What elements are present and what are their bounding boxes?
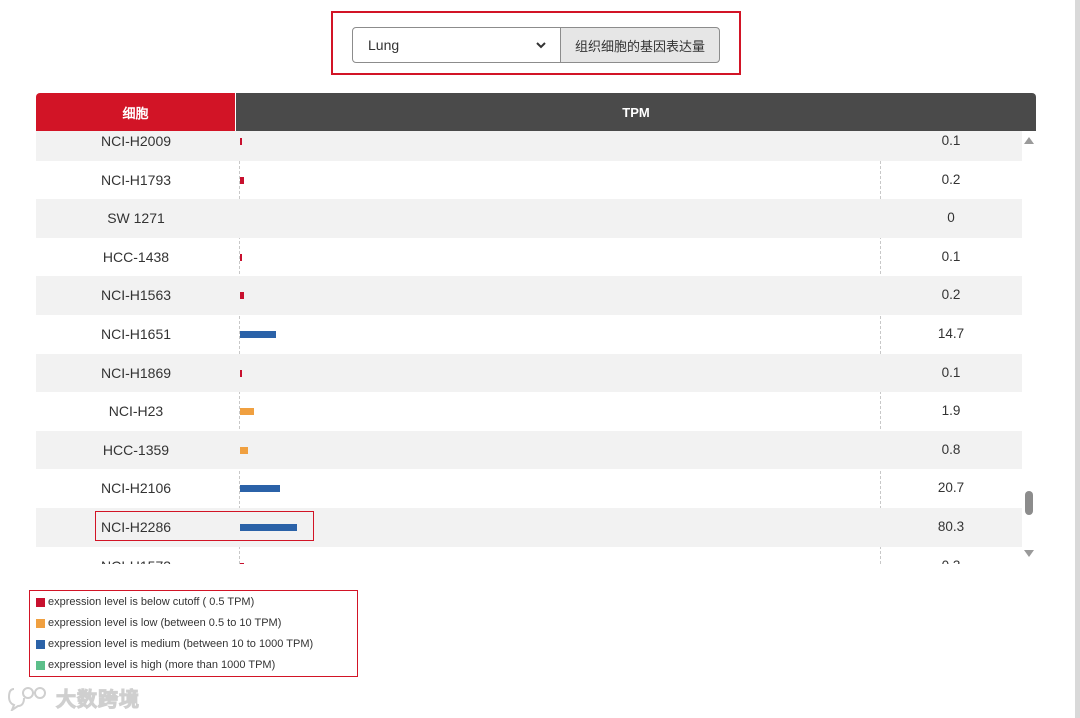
scroll-down-arrow-icon[interactable] (1024, 550, 1034, 557)
cell-tpm-value: 80.3 (937, 519, 965, 534)
legend-swatch-low (36, 618, 45, 628)
cell-tpm-value: 14.7 (937, 326, 965, 341)
cell-name: NCI-H1793 (100, 171, 172, 188)
tpm-bar (240, 369, 242, 377)
scrollbar-thumb[interactable] (1025, 491, 1033, 515)
tpm-bar (240, 485, 280, 493)
cell-name: NCI-H23 (108, 403, 164, 420)
tissue-select[interactable]: Lung (352, 27, 561, 63)
table-row[interactable]: HCC-1438 0.1 (36, 238, 1022, 277)
cell-tpm-value: 0.2 (941, 171, 961, 187)
table-row[interactable]: NCI-H23 1.9 (36, 392, 1022, 431)
tpm-bar (240, 331, 276, 338)
table-row[interactable]: NCI-H1793 0.2 (36, 161, 1022, 200)
cell-tpm-value: 0.8 (941, 441, 961, 457)
tpm-bar (240, 176, 244, 184)
cell-name: HCC-1438 (102, 248, 170, 265)
tpm-bar (240, 292, 244, 300)
chat-logo-icon (8, 686, 46, 711)
tpm-bar (240, 253, 242, 261)
cell-tpm-value: 0.1 (941, 364, 961, 380)
column-header-cell[interactable]: 细胞 (36, 93, 235, 131)
tpm-bar (240, 446, 248, 454)
cell-name: NCI-H2009 (100, 133, 172, 149)
expression-legend: expression level is below cutoff ( 0.5 T… (29, 590, 358, 677)
legend-label-high: expression level is high (more than 1000… (48, 659, 276, 671)
table-row[interactable]: NCI-H1869 0.1 (36, 353, 1022, 393)
tpm-bar (240, 562, 244, 564)
table-row[interactable]: HCC-1359 0.8 (36, 430, 1022, 470)
column-header-tpm[interactable]: TPM (236, 93, 1036, 131)
table-row[interactable]: NCI-H1651 14.7 (36, 315, 1022, 354)
cell-name: NCI-H2106 (100, 480, 172, 497)
table-row[interactable]: NCI-H2106 20.7 (36, 469, 1022, 508)
legend-swatch-medium (36, 639, 45, 649)
legend-item-below: expression level is below cutoff ( 0.5 T… (36, 594, 254, 610)
cell-tpm-value: 0.3 (891, 558, 1011, 564)
cell-name: NCI-H1573 (36, 558, 236, 564)
table-row[interactable]: NCI-H2009 0.1 (36, 131, 1022, 161)
legend-item-medium: expression level is medium (between 10 t… (36, 636, 313, 652)
scroll-up-arrow-icon[interactable] (1024, 137, 1034, 144)
table-row[interactable]: NCI-H1563 0.2 (36, 276, 1022, 315)
legend-item-low: expression level is low (between 0.5 to … (36, 615, 281, 631)
cell-tpm-value: 0.2 (941, 287, 961, 303)
tissue-select-value: Lung (368, 37, 400, 53)
cell-tpm-value: 0.1 (941, 133, 961, 148)
legend-label-low: expression level is low (between 0.5 to … (48, 617, 282, 629)
chevron-down-icon (536, 42, 546, 49)
tpm-bar (240, 138, 242, 145)
cell-tpm-value: 1.9 (941, 403, 961, 419)
legend-label-below: expression level is below cutoff ( 0.5 T… (48, 596, 255, 608)
tpm-bar (240, 408, 254, 416)
window-edge (1075, 0, 1080, 718)
legend-swatch-below (36, 597, 45, 607)
table-row[interactable]: SW 1271 0 (36, 199, 1022, 238)
watermark: 大数跨境 (8, 683, 140, 712)
legend-label-medium: expression level is medium (between 10 t… (48, 638, 314, 650)
gene-expression-button[interactable]: 组织细胞的基因表达量 (560, 27, 720, 63)
cell-name: SW 1271 (107, 210, 165, 227)
legend-swatch-high (36, 660, 45, 670)
legend-item-high: expression level is high (more than 1000… (36, 657, 275, 673)
cell-name: NCI-H1563 (100, 287, 172, 304)
cell-name: HCC-1359 (102, 441, 170, 458)
table-body[interactable]: NCI-H2009 0.1 NCI-H1793 0.2 SW 1271 0 HCC-1438… (36, 131, 1022, 564)
row-highlight-box (95, 511, 314, 541)
cell-tpm-value: 0.1 (941, 248, 961, 264)
cell-name: NCI-H1869 (100, 364, 172, 381)
cell-tpm-value: 0 (947, 210, 955, 226)
cell-name: NCI-H1651 (100, 326, 172, 342)
table-row[interactable]: NCI-H1573 0.3 (36, 547, 1022, 564)
cell-tpm-value: 20.7 (937, 480, 965, 496)
watermark-text: 大数跨境 (56, 687, 140, 712)
